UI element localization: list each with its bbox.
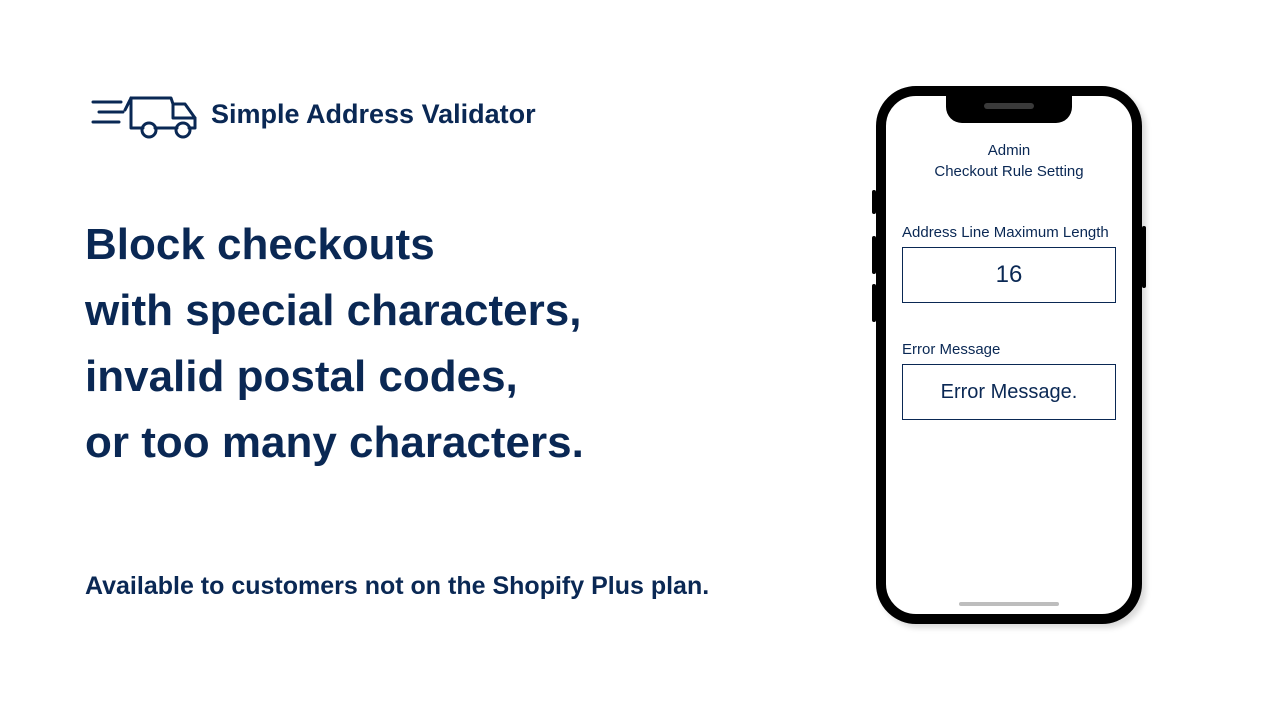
phone-mute-switch <box>872 190 876 214</box>
headline: Block checkouts with special characters,… <box>85 212 785 476</box>
phone-mockup: Admin Checkout Rule Setting Address Line… <box>876 86 1142 624</box>
error-message-label: Error Message <box>902 341 1116 358</box>
screen-title: Admin Checkout Rule Setting <box>902 140 1116 182</box>
phone-volume-up <box>872 236 876 274</box>
phone-screen: Admin Checkout Rule Setting Address Line… <box>886 96 1132 614</box>
marketing-copy: Simple Address Validator Block checkouts… <box>85 88 785 601</box>
max-length-label: Address Line Maximum Length <box>902 224 1116 241</box>
max-length-input[interactable]: 16 <box>902 247 1116 303</box>
phone-speaker <box>984 103 1034 109</box>
phone-volume-down <box>872 284 876 322</box>
delivery-truck-icon <box>85 88 203 140</box>
subline: Available to customers not on the Shopif… <box>85 572 785 601</box>
error-message-input[interactable]: Error Message. <box>902 364 1116 420</box>
app-name: Simple Address Validator <box>211 99 536 130</box>
app-logo-row: Simple Address Validator <box>85 88 785 140</box>
home-indicator <box>959 602 1059 606</box>
phone-power-button <box>1142 226 1146 288</box>
